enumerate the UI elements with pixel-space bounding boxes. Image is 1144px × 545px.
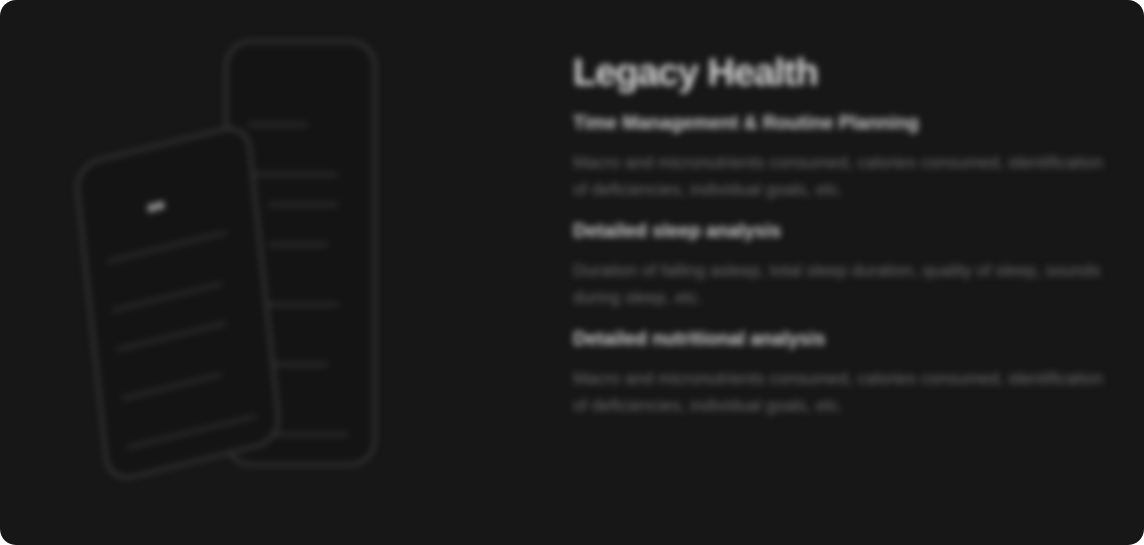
project-description: Legacy Health Time Management & Routine …: [573, 52, 1113, 437]
project-title: Legacy Health: [573, 52, 819, 94]
phone-mockup-front: ■■: [73, 121, 283, 485]
section-text: Macro and micronutrients consumed, calor…: [573, 153, 1104, 199]
section-heading: Detailed nutritional analysis: [573, 329, 826, 350]
section-heading: Detailed sleep analysis: [573, 221, 782, 242]
section-text: Macro and micronutrients consumed, calor…: [573, 369, 1104, 415]
phone-mockups-image: ■■: [60, 30, 400, 485]
project-card: ■■ Legacy Health Time Management & Routi…: [0, 0, 1144, 545]
section-heading: Time Management & Routine Planning: [573, 113, 919, 134]
section-text: Duration of falling asleep, total sleep …: [573, 261, 1101, 307]
